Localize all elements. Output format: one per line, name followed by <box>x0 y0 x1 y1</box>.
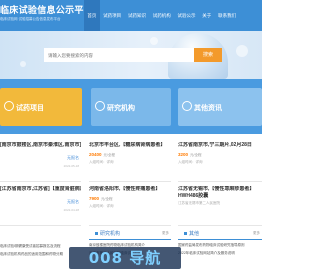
price-unit: 元/全程 <box>190 152 202 157</box>
nav-item-institutions[interactable]: 试药机构 <box>149 0 174 31</box>
listing-status: 无报名 <box>67 199 79 204</box>
listing-column-institutions: 北京市丰台区,【糖尿病肾病患者】 20400 元/全程 入组时间：详询 河南省洛阳… <box>89 140 171 228</box>
site-title: 临床试验信息公示平台 <box>0 5 94 15</box>
news-column-title: 其他 <box>178 228 262 240</box>
price-value: 3200 <box>178 151 189 157</box>
listing-card[interactable]: [江苏省南京市,江苏省]【重度肾脏病患者】 无报名 2022-04-28 <box>0 184 81 226</box>
site-subtitle: 临床试验网 试验招募公告信息发布平台 <box>0 17 61 21</box>
main-nav: 首页 试药项目 试药知识 试药机构 试验公示 关于 联系我们 <box>84 0 239 31</box>
info-icon <box>182 101 192 111</box>
nav-item-home[interactable]: 首页 <box>84 0 100 31</box>
listing-price: 3200 元/全程 <box>178 152 262 158</box>
listing-date: 2022-05-18 <box>63 164 79 168</box>
news-item[interactable]: 2022年临床试验网站简介及服务说明 <box>178 251 262 256</box>
listing-meta: 江苏省无锡市第二人民医院 <box>178 201 220 205</box>
square-bullet-icon <box>184 232 187 236</box>
category-label: 试药项目 <box>16 105 44 112</box>
bubble-decoration <box>150 37 158 45</box>
listing-meta: 入组时间：详询 <box>89 159 114 164</box>
nav-item-knowledge[interactable]: 试药知识 <box>125 0 150 31</box>
category-card-projects[interactable]: 试药项目 <box>0 88 82 126</box>
price-value: 20400 <box>89 151 102 157</box>
listing-title: 江苏省南京市,宁三期片,02月28日 <box>178 142 252 148</box>
bubble-decoration <box>20 61 26 67</box>
category-card-other[interactable]: 其他资讯 <box>178 88 262 126</box>
listing-card[interactable]: 北京市丰台区,【糖尿病肾病患者】 20400 元/全程 入组时间：详询 <box>89 140 171 182</box>
news-item[interactable]: 国家药监局发布药物临床试验研究指导原则 <box>178 243 262 248</box>
listing-title: [南京市鼓楼区,南京市秦淮区,南京市]第19期体检 <box>0 142 81 148</box>
listing-card[interactable]: 江苏省无锡市,【慢性荨麻疹患者】HWH486胶囊 江苏省无锡市第二人民医院 <box>178 184 262 226</box>
listing-column-projects: [南京市鼓楼区,南京市秦淮区,南京市]第19期体检 无报名 2022-05-18… <box>0 140 81 228</box>
listing-meta: 入组时间：详询 <box>89 203 114 208</box>
nav-item-projects[interactable]: 试药项目 <box>100 0 125 31</box>
news-column-title: 研究机构 <box>89 228 171 240</box>
bubble-decoration <box>236 45 248 57</box>
listing-title: 河南省洛阳市,【慢性疼痛患者】 <box>89 186 161 192</box>
listing-date: 2022-04-28 <box>63 208 79 212</box>
category-label: 其他资讯 <box>194 105 222 112</box>
listing-column-other: 江苏省南京市,宁三期片,02月28日 3200 元/全程 入组时间：详询 江苏省无… <box>178 140 262 228</box>
price-unit: 元/全程 <box>103 152 115 157</box>
listing-title: 北京市丰台区,【糖尿病肾病患者】 <box>89 142 166 148</box>
institution-icon <box>95 101 105 111</box>
news-column-title-text: 研究机构 <box>100 231 121 237</box>
category-band: 试药项目 研究机构 其他资讯 <box>0 79 262 134</box>
price-value: 7900 <box>89 195 100 201</box>
listing-meta: 入组时间：详询 <box>178 159 203 164</box>
nav-item-about[interactable]: 关于 <box>199 0 215 31</box>
category-card-institutions[interactable]: 研究机构 <box>91 88 171 126</box>
search-button[interactable]: 搜索 <box>194 48 222 62</box>
news-column-other: 其他 更多 国家药监局发布药物临床试验研究指导原则 2022年临床试验网站简介及… <box>178 228 262 275</box>
listing-price: 20400 元/全程 <box>89 152 171 158</box>
watermark-overlay: 008 导航 <box>69 247 181 269</box>
category-label: 研究机构 <box>107 105 135 112</box>
search-bar: 搜索 <box>44 48 222 62</box>
more-link[interactable]: 更多 <box>162 231 169 236</box>
news-column-title-text: 其他 <box>189 231 200 237</box>
project-icon <box>4 101 14 111</box>
nav-item-announcements[interactable]: 试验公示 <box>174 0 199 31</box>
hero-banner: 搜索 <box>0 31 262 79</box>
price-unit: 元/全程 <box>101 196 113 201</box>
nav-item-contact[interactable]: 联系我们 <box>215 0 240 31</box>
more-link[interactable]: 更多 <box>253 231 260 236</box>
site-logo[interactable]: 临床试验信息公示平台 临床试验网 试验招募公告信息发布平台 <box>0 3 93 22</box>
listing-status: 无报名 <box>67 155 79 160</box>
listing-card[interactable]: 江苏省南京市,宁三期片,02月28日 3200 元/全程 入组时间：详询 <box>178 140 262 182</box>
square-bullet-icon <box>95 232 98 236</box>
listing-card[interactable]: 河南省洛阳市,【慢性疼痛患者】 7900 元/全程 入组时间：详询 <box>89 184 171 226</box>
search-input[interactable] <box>44 48 194 62</box>
listing-card[interactable]: [南京市鼓楼区,南京市秦淮区,南京市]第19期体检 无报名 2022-05-18 <box>0 140 81 182</box>
listing-price: 7900 元/全程 <box>89 196 171 202</box>
top-header: 临床试验信息公示平台 临床试验网 试验招募公告信息发布平台 首页 试药项目 试药… <box>0 0 262 31</box>
listing-title: [江苏省南京市,江苏省]【重度肾脏病患者】 <box>0 186 81 192</box>
listing-title: 江苏省无锡市,【慢性荨麻疹患者】HWH486胶囊 <box>178 186 255 199</box>
